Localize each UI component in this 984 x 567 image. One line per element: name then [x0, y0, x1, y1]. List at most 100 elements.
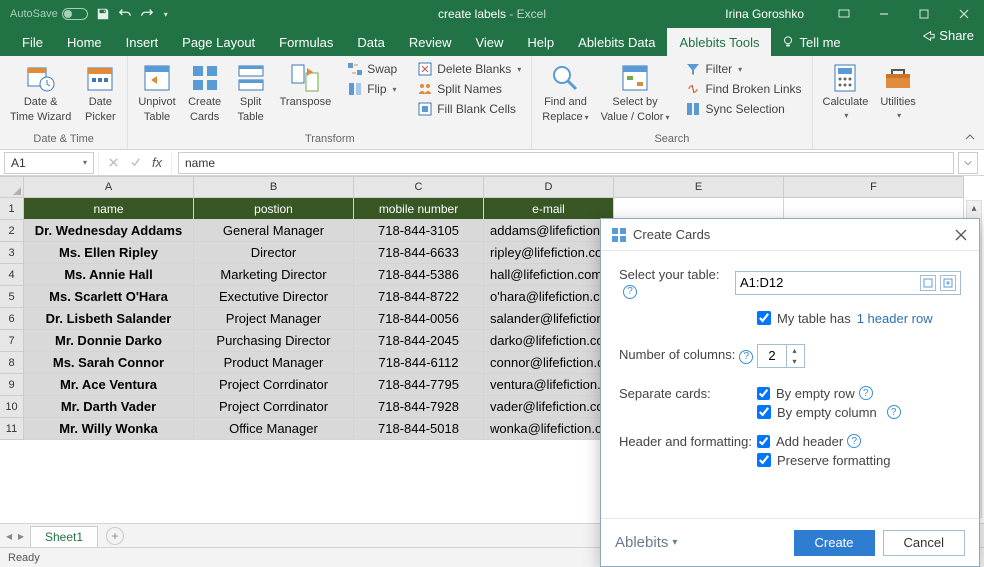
cell[interactable]: 718-844-6112 [354, 352, 484, 374]
cell[interactable]: 718-844-3105 [354, 220, 484, 242]
col-header[interactable]: A [24, 176, 194, 198]
cancel-button[interactable]: Cancel [883, 530, 965, 556]
cell[interactable]: Ms. Scarlett O'Hara [24, 286, 194, 308]
unpivot-table-button[interactable]: UnpivotTable [134, 60, 179, 133]
cell[interactable]: Mr. Donnie Darko [24, 330, 194, 352]
sheet-nav[interactable]: ◂▸ [4, 529, 26, 543]
cell[interactable]: Office Manager [194, 418, 354, 440]
undo-icon[interactable] [118, 7, 132, 21]
enter-formula-icon[interactable] [125, 153, 145, 173]
utilities-button[interactable]: Utilities▾ [876, 60, 919, 133]
cell[interactable]: postion [194, 198, 354, 220]
cell[interactable]: 718-844-7928 [354, 396, 484, 418]
cell[interactable]: 718-844-7795 [354, 374, 484, 396]
tab-review[interactable]: Review [397, 28, 464, 56]
cell[interactable]: ripley@lifefiction.co [484, 242, 614, 264]
tab-home[interactable]: Home [55, 28, 114, 56]
cell[interactable]: ventura@lifefiction.co [484, 374, 614, 396]
cell[interactable]: 718-844-0056 [354, 308, 484, 330]
by-empty-row-checkbox[interactable] [757, 387, 770, 400]
dialog-close-icon[interactable] [953, 227, 969, 243]
transpose-button[interactable]: Transpose [276, 60, 336, 133]
by-empty-col-checkbox[interactable] [757, 405, 771, 419]
col-header[interactable]: C [354, 176, 484, 198]
flip-button[interactable]: Flip▾ [343, 80, 401, 98]
has-header-checkbox[interactable] [757, 311, 771, 325]
select-by-value-button[interactable]: Select byValue / Color▾ [597, 60, 674, 133]
calculate-button[interactable]: Calculate▾ [819, 60, 873, 133]
collapse-range-icon[interactable] [920, 275, 936, 291]
date-time-wizard-button[interactable]: Date & Time Wizard [6, 60, 75, 133]
cell[interactable]: vader@lifefiction.co [484, 396, 614, 418]
maximize-icon[interactable] [904, 0, 944, 28]
tell-me[interactable]: Tell me [781, 28, 840, 56]
cell[interactable] [784, 198, 964, 220]
find-broken-links-button[interactable]: Find Broken Links [681, 80, 805, 98]
help-icon[interactable]: ? [739, 350, 753, 364]
col-header[interactable]: E [614, 176, 784, 198]
cell[interactable]: Ms. Annie Hall [24, 264, 194, 286]
row-header[interactable]: 4 [0, 264, 24, 286]
ribbon-display-icon[interactable] [824, 0, 864, 28]
fx-icon[interactable]: fx [147, 153, 167, 173]
create-cards-button[interactable]: CreateCards [184, 60, 226, 133]
tab-help[interactable]: Help [515, 28, 566, 56]
help-icon[interactable]: ? [887, 405, 901, 419]
cell[interactable]: Marketing Director [194, 264, 354, 286]
cell[interactable]: 718-844-5018 [354, 418, 484, 440]
row-header[interactable]: 11 [0, 418, 24, 440]
sheet-tab[interactable]: Sheet1 [30, 526, 98, 547]
num-cols-spinner[interactable]: ▴▾ [757, 344, 805, 368]
tab-ablebits-data[interactable]: Ablebits Data [566, 28, 667, 56]
cell[interactable]: Project Corrdinator [194, 396, 354, 418]
cell[interactable]: 718-844-8722 [354, 286, 484, 308]
swap-button[interactable]: Swap [343, 60, 401, 78]
split-table-button[interactable]: SplitTable [230, 60, 272, 133]
cell[interactable]: Project Manager [194, 308, 354, 330]
sync-selection-button[interactable]: Sync Selection [681, 100, 805, 118]
cell[interactable]: Mr. Willy Wonka [24, 418, 194, 440]
cell[interactable]: mobile number [354, 198, 484, 220]
cell[interactable] [614, 198, 784, 220]
share-button[interactable]: Share [921, 28, 974, 43]
tab-data[interactable]: Data [345, 28, 396, 56]
split-names-button[interactable]: Split Names [413, 80, 525, 98]
cell[interactable]: Ms. Sarah Connor [24, 352, 194, 374]
cell[interactable]: hall@lifefiction.com [484, 264, 614, 286]
cell[interactable]: name [24, 198, 194, 220]
qat-dropdown-icon[interactable]: ▾ [164, 10, 168, 19]
cell[interactable]: e-mail [484, 198, 614, 220]
tab-view[interactable]: View [463, 28, 515, 56]
row-header[interactable]: 8 [0, 352, 24, 374]
redo-icon[interactable] [140, 7, 154, 21]
cell[interactable]: Project Corrdinator [194, 374, 354, 396]
row-header[interactable]: 10 [0, 396, 24, 418]
help-icon[interactable]: ? [623, 285, 637, 299]
cell[interactable]: Director [194, 242, 354, 264]
cell[interactable]: Ms. Ellen Ripley [24, 242, 194, 264]
create-button[interactable]: Create [794, 530, 875, 556]
row-header[interactable]: 6 [0, 308, 24, 330]
cell[interactable]: Dr. Lisbeth Salander [24, 308, 194, 330]
spin-up-icon[interactable]: ▴ [787, 345, 802, 356]
fill-blank-cells-button[interactable]: Fill Blank Cells [413, 100, 525, 118]
formula-input[interactable]: name [178, 152, 954, 174]
close-icon[interactable] [944, 0, 984, 28]
select-all-corner[interactable] [0, 176, 24, 198]
tab-file[interactable]: File [10, 28, 55, 56]
col-header[interactable]: D [484, 176, 614, 198]
cell[interactable]: Purchasing Director [194, 330, 354, 352]
row-header[interactable]: 2 [0, 220, 24, 242]
cell[interactable]: 718-844-5386 [354, 264, 484, 286]
spin-down-icon[interactable]: ▾ [787, 356, 802, 367]
col-header[interactable]: B [194, 176, 354, 198]
delete-blanks-button[interactable]: Delete Blanks▾ [413, 60, 525, 78]
ablebits-brand[interactable]: Ablebits ▾ [615, 534, 677, 551]
tab-ablebits-tools[interactable]: Ablebits Tools [667, 28, 771, 56]
row-header[interactable]: 1 [0, 198, 24, 220]
expand-range-icon[interactable] [940, 275, 956, 291]
table-range-input[interactable] [735, 271, 961, 295]
tab-page-layout[interactable]: Page Layout [170, 28, 267, 56]
cell[interactable]: addams@lifefiction.co [484, 220, 614, 242]
row-header[interactable]: 5 [0, 286, 24, 308]
